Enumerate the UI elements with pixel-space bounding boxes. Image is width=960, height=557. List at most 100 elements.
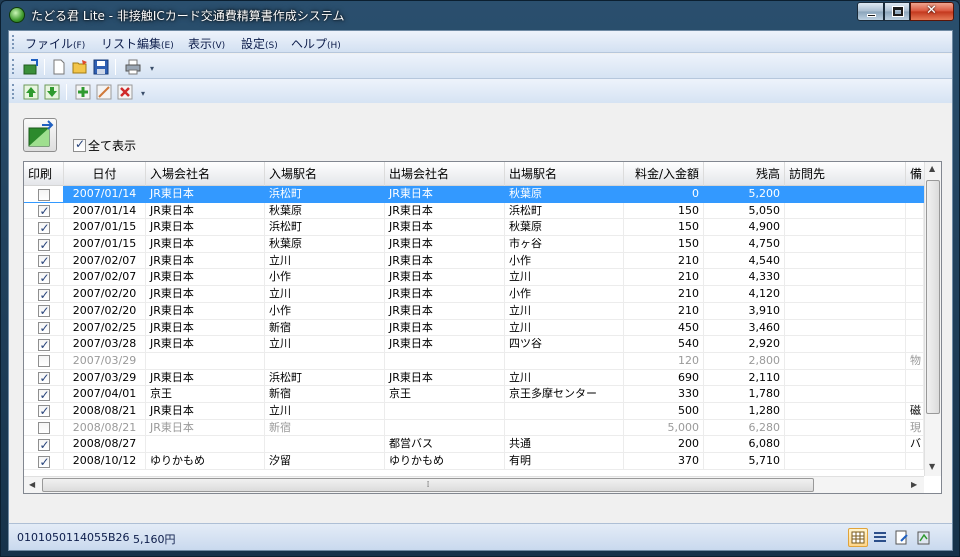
print-checkbox[interactable] xyxy=(37,387,50,402)
entry-company-cell[interactable]: JR東日本 xyxy=(146,286,265,303)
list-view-button[interactable] xyxy=(870,528,890,547)
entry-company-cell[interactable]: JR東日本 xyxy=(146,402,265,420)
entry-station-cell[interactable]: 浜松町 xyxy=(265,186,385,203)
exit-company-cell[interactable]: JR東日本 xyxy=(385,269,505,287)
balance-cell[interactable]: 4,330 xyxy=(704,269,785,287)
note-cell[interactable] xyxy=(906,453,924,470)
table-row[interactable]: 2007/04/01京王新宿京王京王多摩センター3301,780 xyxy=(24,386,924,403)
vertical-scrollbar[interactable]: ▲ ▼ xyxy=(924,162,941,476)
entry-station-cell[interactable]: 秋葉原 xyxy=(265,202,385,220)
visit-cell[interactable] xyxy=(785,369,906,387)
entry-company-cell[interactable]: JR東日本 xyxy=(146,319,265,337)
print-checkbox[interactable] xyxy=(37,237,50,252)
fare-cell[interactable]: 690 xyxy=(624,369,704,387)
date-cell[interactable]: 2007/02/20 xyxy=(64,286,146,303)
toolbar-grip[interactable] xyxy=(12,59,15,74)
entry-station-cell[interactable]: 立川 xyxy=(265,286,385,303)
import-icon[interactable] xyxy=(23,59,39,75)
exit-company-cell[interactable]: 都営バス xyxy=(385,436,505,453)
balance-cell[interactable]: 6,080 xyxy=(704,436,785,453)
balance-cell[interactable]: 4,120 xyxy=(704,286,785,303)
exit-station-cell[interactable] xyxy=(505,352,624,370)
exit-station-cell[interactable]: 秋葉原 xyxy=(505,219,624,237)
balance-cell[interactable]: 2,110 xyxy=(704,369,785,387)
fare-cell[interactable]: 150 xyxy=(624,202,704,220)
app-icon[interactable] xyxy=(9,7,25,23)
col-fare[interactable]: 料金/入金額 xyxy=(624,162,704,186)
table-row[interactable]: 2007/03/29 120 2,800 物 xyxy=(24,352,924,370)
exit-station-cell[interactable]: 四ツ谷 xyxy=(505,336,624,353)
exit-station-cell[interactable]: 浜松町 xyxy=(505,202,624,220)
exit-company-cell[interactable]: JR東日本 xyxy=(385,336,505,353)
date-cell[interactable]: 2007/01/14 xyxy=(64,202,146,220)
note-cell[interactable] xyxy=(906,236,924,253)
date-cell[interactable]: 2007/03/28 xyxy=(64,336,146,353)
menu-view[interactable]: 表示(V) xyxy=(188,35,225,52)
entry-station-cell[interactable]: 浜松町 xyxy=(265,369,385,387)
note-cell[interactable] xyxy=(906,336,924,353)
fare-cell[interactable]: 200 xyxy=(624,436,704,453)
exit-company-cell[interactable]: 京王 xyxy=(385,386,505,403)
balance-cell[interactable]: 4,900 xyxy=(704,219,785,237)
col-visit[interactable]: 訪問先 xyxy=(785,162,906,186)
note-cell[interactable] xyxy=(906,269,924,287)
move-up-icon[interactable] xyxy=(23,84,39,100)
fare-cell[interactable]: 120 xyxy=(624,352,704,370)
print-checkbox[interactable] xyxy=(37,403,50,419)
entry-company-cell[interactable]: JR東日本 xyxy=(146,236,265,253)
exit-station-cell[interactable]: 市ヶ谷 xyxy=(505,236,624,253)
fare-cell[interactable]: 210 xyxy=(624,302,704,320)
scroll-right-icon[interactable]: ▶ xyxy=(911,480,917,489)
table-row[interactable]: 2007/03/29JR東日本浜松町JR東日本立川6902,110 xyxy=(24,369,924,387)
balance-cell[interactable]: 5,710 xyxy=(704,453,785,470)
table-row[interactable]: 2008/08/21JR東日本立川 5001,280 磁 xyxy=(24,402,924,420)
table-row[interactable]: 2007/02/25JR東日本新宿JR東日本立川4503,460 xyxy=(24,319,924,337)
visit-cell[interactable] xyxy=(785,219,906,237)
balance-cell[interactable]: 3,460 xyxy=(704,319,785,337)
scroll-left-icon[interactable]: ◀ xyxy=(29,480,35,489)
date-cell[interactable]: 2007/03/29 xyxy=(64,352,146,370)
date-cell[interactable]: 2007/01/15 xyxy=(64,236,146,253)
exit-company-cell[interactable]: JR東日本 xyxy=(385,219,505,237)
visit-cell[interactable] xyxy=(785,436,906,453)
title-bar[interactable]: たどる君 Lite - 非接触ICカード交通費精算書作成システム ✕ xyxy=(1,1,959,29)
entry-station-cell[interactable]: 秋葉原 xyxy=(265,236,385,253)
menu-file[interactable]: ファイル(F) xyxy=(25,35,85,52)
visit-cell[interactable] xyxy=(785,402,906,420)
print-checkbox[interactable] xyxy=(37,188,50,201)
add-row-icon[interactable] xyxy=(75,84,91,100)
fare-cell[interactable]: 0 xyxy=(624,186,704,203)
entry-company-cell[interactable]: JR東日本 xyxy=(146,269,265,287)
fare-cell[interactable]: 450 xyxy=(624,319,704,337)
exit-station-cell[interactable]: 小作 xyxy=(505,286,624,303)
fare-cell[interactable]: 150 xyxy=(624,236,704,253)
entry-station-cell[interactable]: 小作 xyxy=(265,269,385,287)
print-checkbox[interactable] xyxy=(37,370,50,385)
visit-cell[interactable] xyxy=(785,419,906,437)
date-cell[interactable]: 2008/08/21 xyxy=(64,419,146,437)
entry-station-cell[interactable]: 立川 xyxy=(265,336,385,353)
date-cell[interactable]: 2008/08/27 xyxy=(64,436,146,453)
balance-cell[interactable]: 3,910 xyxy=(704,302,785,320)
date-cell[interactable]: 2007/01/15 xyxy=(64,219,146,237)
toolbar-grip[interactable] xyxy=(12,84,15,99)
print-checkbox[interactable] xyxy=(37,303,50,319)
note-cell[interactable]: 物 xyxy=(906,352,924,370)
toolbar-overflow-chevron-icon[interactable]: ▾ xyxy=(141,90,149,102)
note-cell[interactable]: バ xyxy=(906,436,924,453)
table-row[interactable]: 2008/08/27 都営バス共通2006,080 バ xyxy=(24,436,924,453)
entry-company-cell[interactable]: JR東日本 xyxy=(146,202,265,220)
export-button[interactable] xyxy=(892,528,912,547)
print-checkbox[interactable] xyxy=(37,287,50,302)
balance-cell[interactable]: 2,800 xyxy=(704,352,785,370)
note-cell[interactable] xyxy=(906,286,924,303)
delete-row-icon[interactable] xyxy=(117,84,133,100)
exit-station-cell[interactable] xyxy=(505,419,624,437)
visit-cell[interactable] xyxy=(785,286,906,303)
entry-company-cell[interactable]: JR東日本 xyxy=(146,419,265,437)
col-exit-company[interactable]: 出場会社名 xyxy=(385,162,505,186)
entry-station-cell[interactable]: 立川 xyxy=(265,402,385,420)
table-row[interactable]: 2008/08/21 JR東日本 新宿 5,000 6,280 現 xyxy=(24,419,924,437)
entry-station-cell[interactable]: 汐留 xyxy=(265,453,385,470)
entry-station-cell[interactable]: 新宿 xyxy=(265,419,385,437)
